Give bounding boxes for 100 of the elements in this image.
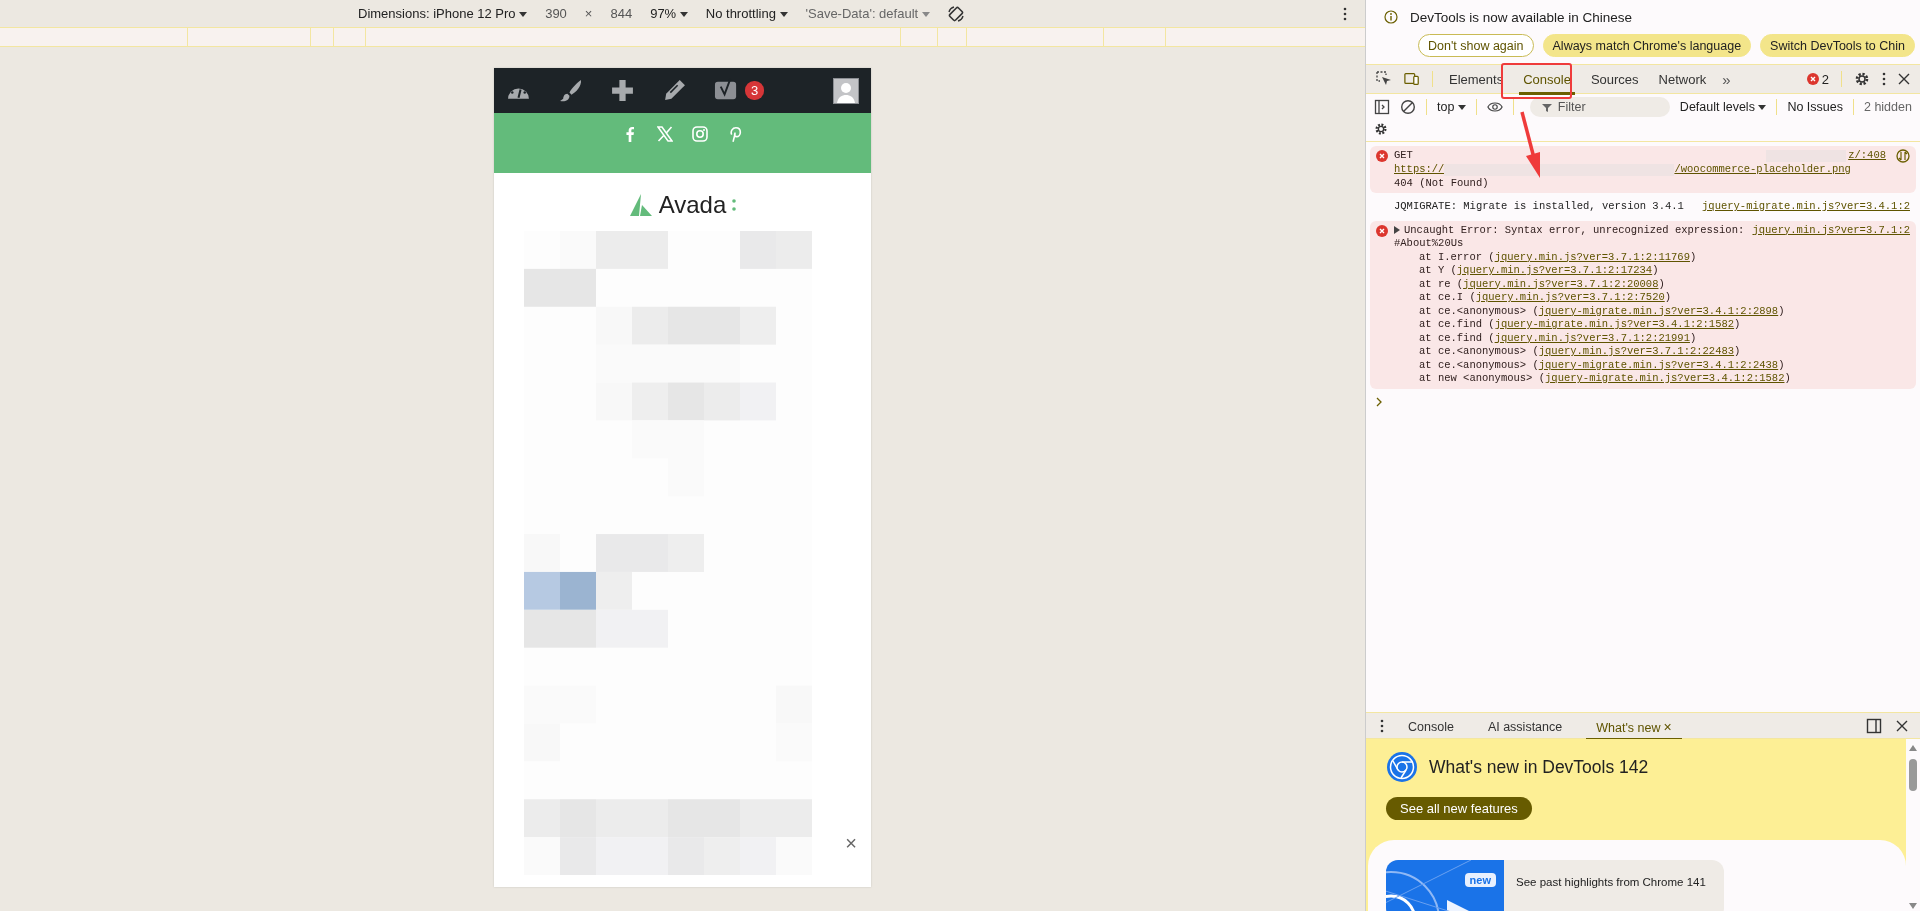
info-icon: [1384, 10, 1398, 24]
stack-frame: at ce.find (: [1419, 331, 1495, 345]
notification-badge: 3: [745, 81, 765, 100]
error-text: Uncaught Error: Syntax error, unrecognized expression:: [1404, 223, 1745, 237]
stack-link[interactable]: jquery-migrate.min.js?ver=3.4.1:2:2438: [1538, 358, 1779, 372]
more-options-icon[interactable]: [1882, 72, 1886, 86]
clear-icon[interactable]: [1400, 99, 1416, 115]
panel-tab[interactable]: Elements: [1445, 66, 1508, 95]
more-tabs-button[interactable]: »: [1722, 70, 1731, 88]
caret-icon: [921, 12, 930, 18]
status-text: 404 (Not Found): [1394, 176, 1490, 190]
context-dropdown[interactable]: top: [1437, 100, 1466, 114]
stack-frame: at ce.<anonymous> (: [1419, 304, 1539, 318]
throttling-dropdown[interactable]: No throttling: [705, 6, 788, 21]
url-link[interactable]: /woocommerce-placeholder.png: [1674, 163, 1851, 177]
scrollbar[interactable]: [1906, 739, 1920, 911]
save-data-dropdown[interactable]: 'Save-Data': default: [805, 6, 930, 21]
infobar-button[interactable]: Always match Chrome's language: [1542, 34, 1752, 57]
console-settings-icon[interactable]: [1374, 122, 1388, 136]
stack-link[interactable]: jquery-migrate.min.js?ver=3.4.1:2:1582: [1545, 372, 1785, 386]
highlight-box: [1501, 63, 1572, 99]
drawer-tab[interactable]: AI assistance: [1477, 714, 1573, 740]
info-message: DevTools is now available in Chinese: [1410, 9, 1633, 25]
device-toggle-icon[interactable]: [1404, 71, 1420, 87]
method-text: GET: [1394, 149, 1413, 163]
zoom-dropdown[interactable]: 97%: [650, 6, 688, 21]
colon-dots-icon: [732, 198, 737, 212]
error-counter[interactable]: 2: [1806, 71, 1829, 87]
plus-icon[interactable]: [610, 78, 635, 103]
stack-link[interactable]: jquery.min.js?ver=3.7.1:2:21991: [1494, 331, 1690, 345]
stack-frame: at Y (: [1419, 264, 1457, 278]
filter-field[interactable]: Filter: [1529, 97, 1670, 117]
device-dropdown[interactable]: Dimensions: iPhone 12 Pro: [358, 6, 528, 21]
see-features-button[interactable]: See all new features: [1386, 797, 1532, 820]
pencil-icon[interactable]: [662, 78, 687, 103]
expand-triangle-icon[interactable]: [1394, 226, 1400, 235]
logo-mark-icon: [628, 193, 653, 217]
stack-link[interactable]: jquery.min.js?ver=3.7.1:2:11769: [1494, 250, 1690, 264]
panel-tab[interactable]: Network: [1654, 66, 1711, 95]
stack-link[interactable]: jquery-migrate.min.js?ver=3.4.1:2:1582: [1494, 318, 1735, 332]
more-options-icon[interactable]: [1343, 7, 1347, 21]
source-link[interactable]: jquery-migrate.min.js?ver=3.4.1:2: [1702, 200, 1910, 214]
caret-icon: [1758, 105, 1767, 111]
levels-dropdown[interactable]: Default levels: [1679, 100, 1767, 114]
stack-link[interactable]: jquery.min.js?ver=3.7.1:2:20008: [1463, 277, 1659, 291]
stack-paren: ): [1734, 345, 1741, 359]
stack-paren: ): [1664, 291, 1672, 305]
caret-icon: [1457, 105, 1466, 111]
stack-frame: at ce.I (: [1419, 291, 1476, 305]
stack-paren: ): [1784, 372, 1791, 386]
url-link[interactable]: https://: [1394, 163, 1445, 177]
sidebar-icon[interactable]: [1374, 99, 1390, 115]
stack-link[interactable]: jquery.min.js?ver=3.7.1:2:17234: [1456, 264, 1653, 278]
stack-paren: ): [1652, 264, 1659, 278]
inspect-icon[interactable]: [1376, 71, 1392, 87]
hidden-count: 2 hidden: [1863, 100, 1912, 114]
eye-icon[interactable]: [1486, 99, 1503, 115]
stack-link[interactable]: jquery.min.js?ver=3.7.1:2:22483: [1538, 345, 1735, 359]
drawer-tab[interactable]: Console: [1398, 714, 1464, 740]
highlight-card[interactable]: new See past highlights from Chrome 141: [1386, 860, 1724, 911]
source-link[interactable]: z/:408: [1848, 149, 1886, 163]
panel-tab[interactable]: Console: [1519, 66, 1575, 95]
stack-link[interactable]: jquery.min.js?ver=3.7.1:2:7520: [1475, 291, 1665, 305]
stack-frame: at new <anonymous> (: [1419, 372, 1546, 386]
panel-tab[interactable]: Sources: [1586, 66, 1643, 95]
stack-paren: ): [1778, 358, 1785, 372]
height-field[interactable]: 844: [610, 6, 633, 21]
error-detail: #About%20Us: [1394, 237, 1465, 251]
rotate-icon[interactable]: [947, 5, 964, 22]
stack-frame: at re (: [1419, 277, 1464, 291]
issues-button[interactable]: No Issues: [1787, 100, 1843, 114]
settings-icon[interactable]: [1854, 71, 1870, 87]
dock-icon[interactable]: [1866, 717, 1882, 734]
more-options-icon[interactable]: [1380, 718, 1384, 733]
caret-icon: [519, 12, 528, 18]
funnel-icon: [1541, 103, 1552, 113]
stack-paren: ): [1689, 250, 1697, 264]
new-badge: new: [1464, 873, 1496, 887]
close-icon[interactable]: [1896, 719, 1908, 732]
stack-frame: at I.error (: [1419, 250, 1495, 264]
error-icon: [1376, 150, 1388, 162]
avatar-icon[interactable]: [833, 77, 859, 104]
whats-new-title: What's new in DevTools 142: [1429, 756, 1649, 778]
stack-paren: ): [1689, 331, 1697, 345]
network-icon[interactable]: [1896, 149, 1910, 163]
brush-icon[interactable]: [558, 78, 583, 103]
stack-frame: at ce.<anonymous> (: [1419, 358, 1539, 372]
stack-frame: at ce.find (: [1419, 318, 1495, 332]
logo-text: Avada: [658, 191, 727, 219]
caret-icon: [779, 12, 788, 18]
close-icon[interactable]: [1898, 73, 1910, 85]
caret-icon: [679, 12, 688, 18]
infobar-button[interactable]: Don't show again: [1418, 34, 1534, 57]
prompt-chevron-icon[interactable]: [1376, 396, 1382, 407]
devtools-logo-icon: [1386, 751, 1418, 783]
width-field[interactable]: 390: [545, 6, 567, 21]
source-link[interactable]: jquery.min.js?ver=3.7.1:2: [1752, 223, 1910, 237]
stack-link[interactable]: jquery-migrate.min.js?ver=3.4.1:2:2898: [1538, 304, 1779, 318]
infobar-button[interactable]: Switch DevTools to Chin: [1760, 34, 1915, 57]
stack-paren: ): [1658, 277, 1665, 291]
